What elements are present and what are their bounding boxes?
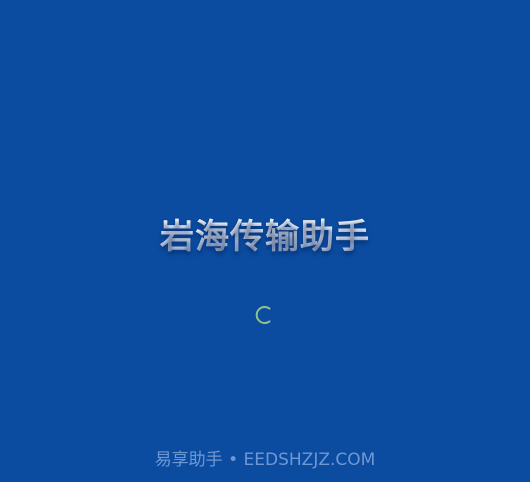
loading-spinner-icon xyxy=(255,306,271,324)
footer-watermark: 易享助手 • EEDSHZJZ.COM xyxy=(154,450,376,470)
loading-spinner xyxy=(253,304,275,326)
app-title: 岩海传输助手 xyxy=(0,212,530,262)
splash-screen: 岩海传输助手 易享助手 • EEDSHZJZ.COM xyxy=(0,0,530,482)
